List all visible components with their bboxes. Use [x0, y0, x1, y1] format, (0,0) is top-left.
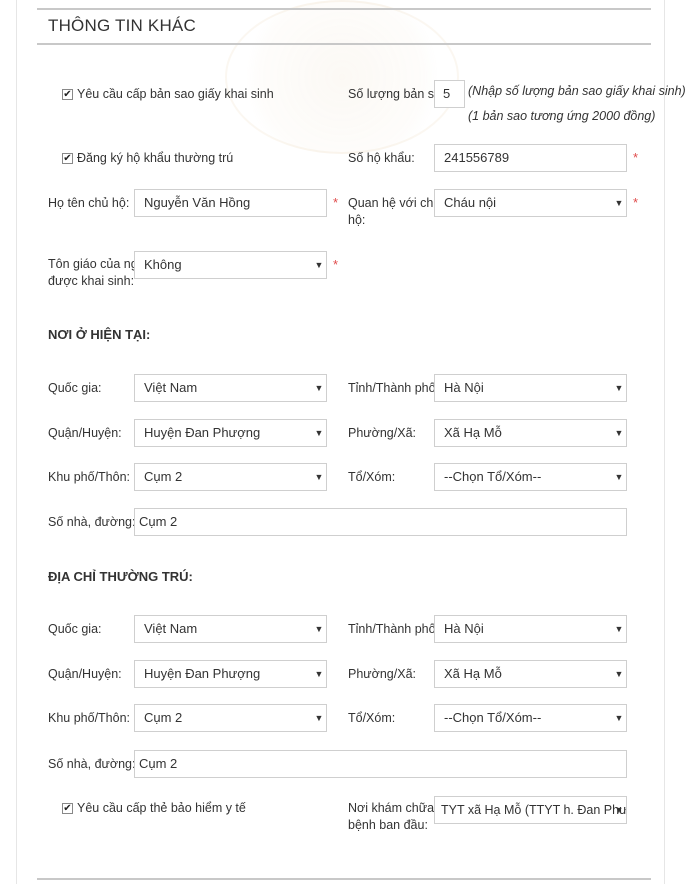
current-country-select[interactable]: Việt Nam: [134, 374, 327, 402]
current-ward-label: Phường/Xã:: [348, 426, 416, 440]
caret-down-icon[interactable]: ▼: [612, 420, 626, 446]
current-residence-heading: NƠI Ở HIỆN TẠI:: [48, 327, 151, 342]
current-province-select[interactable]: Hà Nội: [434, 374, 627, 402]
current-district-label: Quận/Huyện:: [48, 426, 122, 440]
bottom-divider: [37, 878, 651, 880]
permanent-street-label: Số nhà, đường:: [48, 757, 136, 771]
household-checkbox-label: Đăng ký hộ khẩu thường trú: [77, 151, 234, 165]
caret-down-icon[interactable]: ▼: [612, 661, 626, 687]
permanent-area-label: Khu phố/Thôn:: [48, 711, 131, 725]
caret-down-icon[interactable]: ▼: [612, 464, 626, 490]
permanent-district-select[interactable]: Huyện Đan Phượng: [134, 660, 327, 688]
household-number-label: Số hộ khẩu:: [348, 151, 415, 165]
required-mark: *: [633, 195, 639, 210]
current-street-label: Số nhà, đường:: [48, 515, 136, 529]
religion-label-line2: được khai sinh:: [48, 274, 135, 288]
current-area-select[interactable]: Cụm 2: [134, 463, 327, 491]
caret-down-icon[interactable]: ▼: [612, 616, 626, 642]
clinic-label-line2: bệnh ban đầu:: [348, 818, 428, 832]
permanent-province-label: Tỉnh/Thành phố:: [348, 622, 440, 636]
permanent-area-select[interactable]: Cụm 2: [134, 704, 327, 732]
relation-label-line2: hộ:: [348, 213, 366, 227]
copies-checkbox-label: Yêu cầu cấp bản sao giấy khai sinh: [77, 87, 274, 101]
caret-down-icon[interactable]: ▼: [312, 252, 326, 278]
current-group-select[interactable]: --Chọn Tổ/Xóm--: [434, 463, 627, 491]
permanent-country-label: Quốc gia:: [48, 622, 102, 636]
permanent-group-select[interactable]: --Chọn Tổ/Xóm--: [434, 704, 627, 732]
caret-down-icon[interactable]: ▼: [612, 705, 626, 731]
current-country-label: Quốc gia:: [48, 381, 102, 395]
permanent-district-label: Quận/Huyện:: [48, 667, 122, 681]
caret-down-icon[interactable]: ▼: [312, 375, 326, 401]
permanent-street-input[interactable]: Cụm 2: [134, 750, 627, 778]
current-ward-select[interactable]: Xã Hạ Mỗ: [434, 419, 627, 447]
clinic-select[interactable]: TYT xã Hạ Mỗ (TTYT h. Đan Phượng): [434, 796, 627, 824]
caret-down-icon[interactable]: ▼: [312, 420, 326, 446]
required-mark: *: [633, 150, 639, 165]
insurance-checkbox[interactable]: ✔: [62, 803, 73, 814]
panel-left-border: [16, 0, 17, 884]
copies-note-line2: (1 bản sao tương ứng 2000 đồng): [468, 109, 656, 123]
copies-note-line1: (Nhập số lượng bản sao giấy khai sinh): [468, 84, 686, 98]
current-province-label: Tỉnh/Thành phố:: [348, 381, 440, 395]
current-area-label: Khu phố/Thôn:: [48, 470, 131, 484]
section-title: THÔNG TIN KHÁC: [48, 16, 196, 35]
caret-down-icon[interactable]: ▼: [612, 797, 626, 823]
permanent-address-heading: ĐỊA CHỈ THƯỜNG TRÚ:: [48, 569, 193, 584]
clinic-label-line1: Nơi khám chữa: [348, 801, 435, 815]
title-divider: [37, 43, 651, 45]
permanent-ward-select[interactable]: Xã Hạ Mỗ: [434, 660, 627, 688]
household-number-input[interactable]: 241556789: [434, 144, 627, 172]
permanent-group-label: Tổ/Xóm:: [348, 711, 396, 725]
copies-count-input[interactable]: 5: [434, 80, 465, 108]
owner-name-input[interactable]: Nguyễn Văn Hồng: [134, 189, 327, 217]
checkmark-icon: ✔: [63, 153, 72, 164]
current-district-select[interactable]: Huyện Đan Phượng: [134, 419, 327, 447]
owner-name-label: Họ tên chủ hộ:: [48, 196, 130, 210]
top-divider: [37, 8, 651, 10]
required-mark: *: [333, 195, 339, 210]
panel-right-border: [664, 0, 665, 884]
required-mark: *: [333, 257, 339, 272]
checkmark-icon: ✔: [63, 89, 72, 100]
permanent-ward-label: Phường/Xã:: [348, 667, 416, 681]
form-panel: THÔNG TIN KHÁC ✔ Yêu cầu cấp bản sao giấ…: [0, 0, 687, 884]
permanent-country-select[interactable]: Việt Nam: [134, 615, 327, 643]
checkmark-icon: ✔: [63, 803, 72, 814]
caret-down-icon[interactable]: ▼: [312, 705, 326, 731]
caret-down-icon[interactable]: ▼: [312, 616, 326, 642]
relation-label-line1: Quan hệ với chủ: [348, 196, 441, 210]
caret-down-icon[interactable]: ▼: [612, 375, 626, 401]
household-checkbox[interactable]: ✔: [62, 153, 73, 164]
relation-select[interactable]: Cháu nội: [434, 189, 627, 217]
current-group-label: Tổ/Xóm:: [348, 470, 396, 484]
caret-down-icon[interactable]: ▼: [612, 190, 626, 216]
insurance-checkbox-label: Yêu cầu cấp thẻ bảo hiểm y tế: [77, 801, 246, 815]
copies-checkbox[interactable]: ✔: [62, 89, 73, 100]
emblem-watermark: [225, 0, 459, 154]
religion-select[interactable]: Không: [134, 251, 327, 279]
permanent-province-select[interactable]: Hà Nội: [434, 615, 627, 643]
caret-down-icon[interactable]: ▼: [312, 464, 326, 490]
current-street-input[interactable]: Cụm 2: [134, 508, 627, 536]
caret-down-icon[interactable]: ▼: [312, 661, 326, 687]
